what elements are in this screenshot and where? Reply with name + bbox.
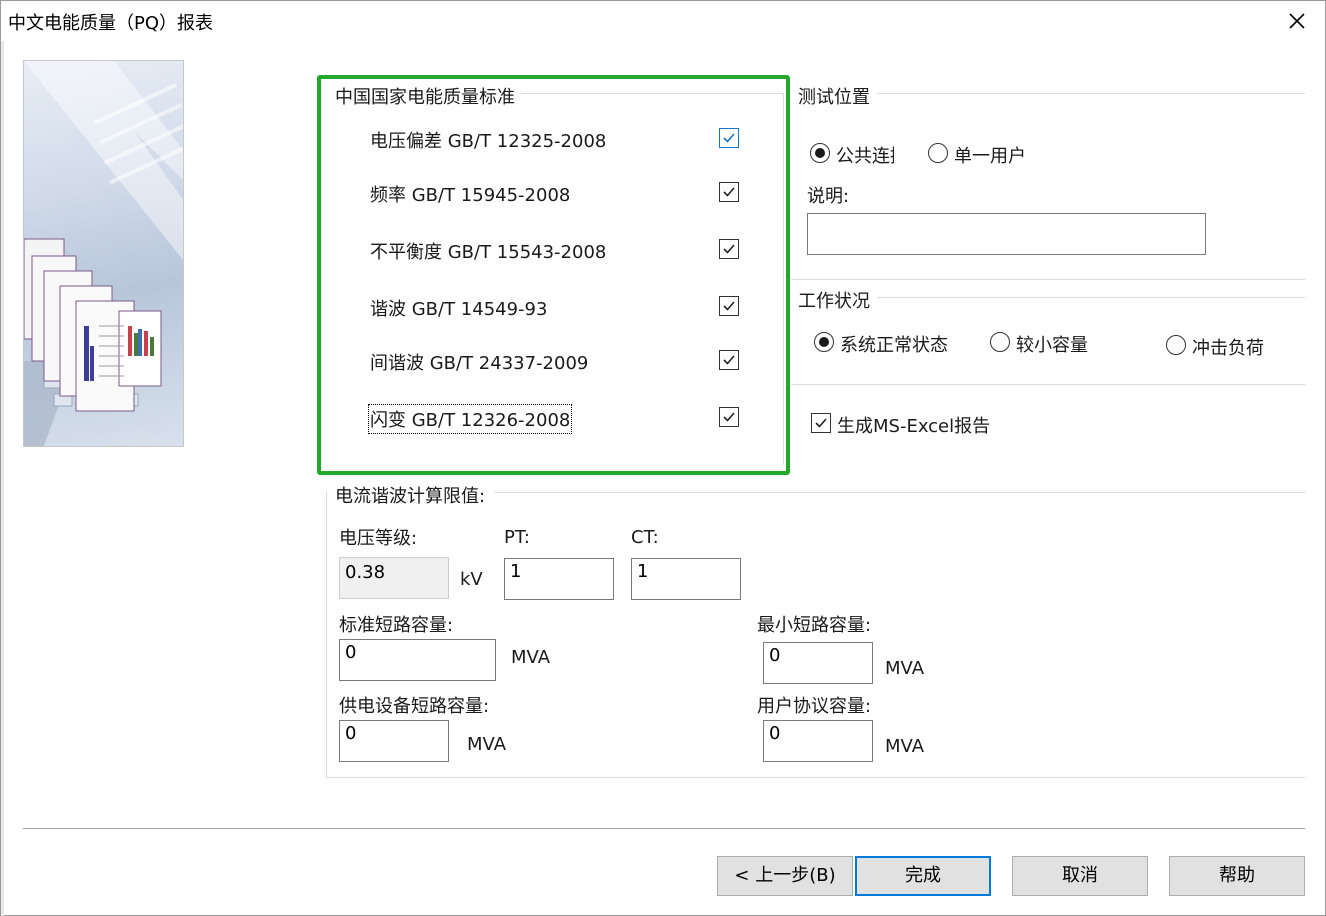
- location-label-single-user: 单一用户: [954, 146, 1026, 167]
- user-capacity-unit: MVA: [885, 736, 925, 757]
- description-input[interactable]: [807, 213, 1206, 255]
- supply-short-circuit-unit: MVA: [467, 734, 507, 755]
- location-radio-single-user[interactable]: [928, 143, 948, 163]
- condition-radio-small-capacity[interactable]: [990, 332, 1010, 352]
- condition-label-impact-load: 冲击负荷: [1192, 338, 1264, 359]
- test-location-title: 测试位置: [798, 87, 870, 108]
- window-left-edge: [1, 41, 4, 916]
- cancel-button[interactable]: 取消: [1012, 856, 1148, 896]
- user-capacity-label: 用户协议容量:: [757, 696, 872, 717]
- pq-report-dialog: 中文电能质量（PQ）报表 中国国家电能质量标准 电压偏差 GB/T 12325-…: [0, 0, 1326, 916]
- ct-input[interactable]: 1: [631, 558, 741, 600]
- radio-selected-dot: [819, 337, 829, 347]
- back-button[interactable]: < 上一步(B): [717, 856, 853, 896]
- pt-label: PT:: [504, 527, 530, 548]
- condition-radio-impact-load[interactable]: [1166, 335, 1186, 355]
- harmonic-limits-title: 电流谐波计算限值:: [335, 486, 486, 507]
- voltage-level-label: 电压等级:: [339, 528, 418, 549]
- condition-label-small-capacity: 较小容量: [1016, 335, 1088, 356]
- checkmark-icon: [815, 418, 827, 428]
- highlight-box: [317, 75, 790, 475]
- std-short-circuit-unit: MVA: [511, 647, 551, 668]
- min-short-circuit-unit: MVA: [885, 658, 925, 679]
- pt-input[interactable]: 1: [504, 558, 614, 600]
- help-button[interactable]: 帮助: [1169, 856, 1305, 896]
- wizard-illustration: [23, 60, 184, 447]
- location-label-public: 公共连接: [836, 146, 894, 167]
- voltage-level-input[interactable]: 0.38: [339, 557, 449, 599]
- description-label: 说明:: [807, 186, 850, 207]
- std-short-circuit-input[interactable]: 0: [339, 639, 496, 681]
- radio-selected-dot: [815, 148, 825, 158]
- user-capacity-input[interactable]: 0: [763, 720, 873, 762]
- title-bar: 中文电能质量（PQ）报表: [1, 1, 1325, 41]
- finish-button[interactable]: 完成: [855, 856, 991, 896]
- min-short-circuit-label: 最小短路容量:: [757, 615, 872, 636]
- working-condition-title: 工作状况: [798, 291, 870, 312]
- excel-report-label: 生成MS-Excel报告: [837, 416, 991, 437]
- close-icon: [1289, 13, 1305, 29]
- supply-short-circuit-label: 供电设备短路容量:: [339, 696, 490, 717]
- condition-radio-normal[interactable]: [814, 332, 834, 352]
- voltage-unit: kV: [460, 569, 483, 590]
- condition-label-normal: 系统正常状态: [840, 335, 948, 356]
- supply-short-circuit-input[interactable]: 0: [339, 720, 449, 762]
- min-short-circuit-input[interactable]: 0: [763, 642, 873, 684]
- footer-separator: [23, 828, 1305, 829]
- location-radio-public[interactable]: [810, 143, 830, 163]
- close-button[interactable]: [1283, 7, 1311, 35]
- ct-label: CT:: [631, 527, 659, 548]
- std-short-circuit-label: 标准短路容量:: [339, 615, 454, 636]
- excel-report-checkbox[interactable]: [811, 413, 831, 433]
- window-title: 中文电能质量（PQ）报表: [8, 13, 214, 34]
